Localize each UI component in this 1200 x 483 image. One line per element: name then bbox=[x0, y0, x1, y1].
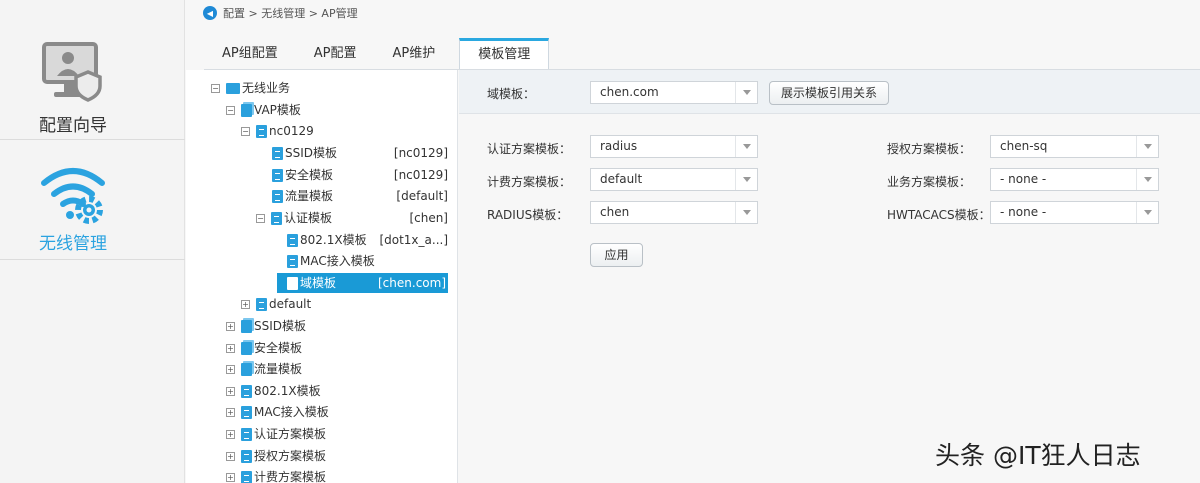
hwtacacs-template-label: HWTACACS模板： bbox=[887, 208, 991, 222]
collapse-icon[interactable]: − bbox=[226, 105, 235, 115]
left-nav: 配置向导 无线管理 bbox=[0, 0, 185, 483]
hwtacacs-template-select[interactable]: - none - bbox=[990, 201, 1159, 224]
tree-node-security-templates[interactable]: + 安全模板 bbox=[226, 338, 302, 358]
expand-icon[interactable]: + bbox=[226, 321, 235, 331]
document-icon bbox=[287, 276, 298, 290]
radius-template-select[interactable]: chen bbox=[590, 201, 758, 224]
tree-node-nc0129[interactable]: − nc0129 bbox=[241, 121, 314, 141]
domain-template-label: 域模板： bbox=[487, 87, 536, 101]
template-group-icon bbox=[241, 362, 252, 376]
template-detail-panel: 域模板： chen.com 展示模板引用关系 认证方案模板： radius 计费… bbox=[459, 70, 1200, 483]
monitor-shield-icon bbox=[42, 42, 102, 102]
expand-icon[interactable]: + bbox=[226, 343, 235, 353]
tree-node-vap[interactable]: − VAP模板 bbox=[226, 100, 301, 120]
expand-icon[interactable]: + bbox=[241, 299, 250, 309]
tree-node-auth[interactable]: − 认证模板 [chen] bbox=[256, 208, 448, 228]
tree-node-auth-scheme-templates[interactable]: + 认证方案模板 bbox=[226, 424, 326, 444]
document-icon bbox=[241, 470, 252, 483]
tree-node-ssid-templates[interactable]: + SSID模板 bbox=[226, 316, 306, 336]
collapse-icon[interactable]: − bbox=[256, 213, 265, 223]
chevron-down-icon[interactable] bbox=[735, 169, 757, 190]
tree-node-root[interactable]: − 无线业务 bbox=[211, 78, 290, 98]
tree-node-default[interactable]: + default bbox=[241, 294, 311, 314]
document-icon bbox=[241, 405, 252, 419]
tree-node-dot1x-templates[interactable]: + 802.1X模板 bbox=[226, 381, 321, 401]
nav-config-wizard-label: 配置向导 bbox=[39, 116, 107, 136]
acct-scheme-select[interactable]: default bbox=[590, 168, 758, 191]
auth-scheme-label: 认证方案模板： bbox=[487, 142, 572, 156]
tree-node-ssid[interactable]: SSID模板 [nc0129] bbox=[272, 143, 448, 163]
chevron-down-icon[interactable] bbox=[735, 202, 757, 223]
document-icon bbox=[287, 254, 298, 268]
service-scheme-label: 业务方案模板： bbox=[887, 175, 972, 189]
chevron-down-icon[interactable] bbox=[1136, 169, 1158, 190]
document-icon bbox=[241, 449, 252, 463]
nav-config-wizard[interactable]: 配置向导 bbox=[0, 0, 185, 140]
expand-icon[interactable]: + bbox=[226, 407, 235, 417]
document-icon bbox=[256, 297, 267, 311]
document-icon bbox=[272, 146, 283, 160]
tab-ap-maintenance[interactable]: AP维护 bbox=[374, 38, 453, 70]
tree-node-traffic-templates[interactable]: + 流量模板 bbox=[226, 359, 302, 379]
breadcrumb-text: 配置 > 无线管理 > AP管理 bbox=[223, 7, 358, 20]
chevron-down-icon[interactable] bbox=[735, 136, 757, 157]
nav-wireless-management-label: 无线管理 bbox=[39, 234, 107, 254]
document-icon bbox=[241, 384, 252, 398]
tab-template-management[interactable]: 模板管理 bbox=[459, 38, 550, 70]
expand-icon[interactable]: + bbox=[226, 451, 235, 461]
chevron-down-icon[interactable] bbox=[1136, 202, 1158, 223]
document-icon bbox=[271, 211, 282, 225]
tree-node-mac[interactable]: MAC接入模板 bbox=[287, 251, 448, 271]
tree-node-security[interactable]: 安全模板 [nc0129] bbox=[272, 165, 448, 185]
document-icon bbox=[272, 168, 283, 182]
back-arrow-icon[interactable]: ◀ bbox=[203, 6, 217, 20]
document-icon bbox=[287, 233, 298, 247]
apply-button[interactable]: 应用 bbox=[590, 243, 643, 267]
chevron-down-icon[interactable] bbox=[1136, 136, 1158, 157]
tree-node-mac-templates[interactable]: + MAC接入模板 bbox=[226, 402, 329, 422]
expand-icon[interactable]: + bbox=[226, 429, 235, 439]
tree-node-dot1x[interactable]: 802.1X模板 [dot1x_a...] bbox=[287, 230, 448, 250]
show-template-reference-button[interactable]: 展示模板引用关系 bbox=[769, 81, 889, 105]
document-icon bbox=[241, 427, 252, 441]
service-scheme-select[interactable]: - none - bbox=[990, 168, 1159, 191]
breadcrumb: ◀ 配置 > 无线管理 > AP管理 bbox=[203, 5, 358, 21]
watermark: 头条 @IT狂人日志 bbox=[935, 441, 1141, 470]
tab-ap-group-config[interactable]: AP组配置 bbox=[204, 38, 296, 70]
tree-node-domain-selected[interactable]: 域模板 [chen.com] bbox=[277, 273, 448, 293]
tree-node-traffic[interactable]: 流量模板 [default] bbox=[272, 186, 448, 206]
authz-scheme-label: 授权方案模板： bbox=[887, 142, 972, 156]
tab-ap-config[interactable]: AP配置 bbox=[296, 38, 375, 70]
radius-template-label: RADIUS模板： bbox=[487, 208, 569, 222]
domain-template-bar: 域模板： chen.com 展示模板引用关系 bbox=[459, 70, 1200, 114]
collapse-icon[interactable]: − bbox=[241, 126, 250, 136]
chevron-down-icon[interactable] bbox=[735, 82, 757, 103]
collapse-icon[interactable]: − bbox=[211, 83, 220, 93]
template-group-icon bbox=[241, 341, 252, 355]
expand-icon[interactable]: + bbox=[226, 386, 235, 396]
domain-template-select[interactable]: chen.com bbox=[590, 81, 758, 104]
wifi-gear-icon bbox=[41, 168, 105, 224]
authz-scheme-select[interactable]: chen-sq bbox=[990, 135, 1159, 158]
tree-node-authz-scheme-templates[interactable]: + 授权方案模板 bbox=[226, 446, 326, 466]
tree-node-acct-scheme-templates[interactable]: + 计费方案模板 bbox=[226, 467, 326, 483]
document-icon bbox=[256, 124, 267, 138]
document-icon bbox=[272, 189, 283, 203]
template-group-icon bbox=[241, 319, 252, 333]
tab-bar: AP组配置 AP配置 AP维护 模板管理 bbox=[204, 38, 550, 70]
expand-icon[interactable]: + bbox=[226, 472, 235, 482]
auth-scheme-select[interactable]: radius bbox=[590, 135, 758, 158]
nav-wireless-management[interactable]: 无线管理 bbox=[0, 141, 185, 260]
template-tree: − 无线业务 − VAP模板 − nc0129 SSID模板 [nc0129] … bbox=[186, 70, 458, 483]
folder-icon bbox=[226, 82, 240, 94]
template-group-icon bbox=[241, 103, 252, 117]
expand-icon[interactable]: + bbox=[226, 364, 235, 374]
acct-scheme-label: 计费方案模板： bbox=[487, 175, 572, 189]
